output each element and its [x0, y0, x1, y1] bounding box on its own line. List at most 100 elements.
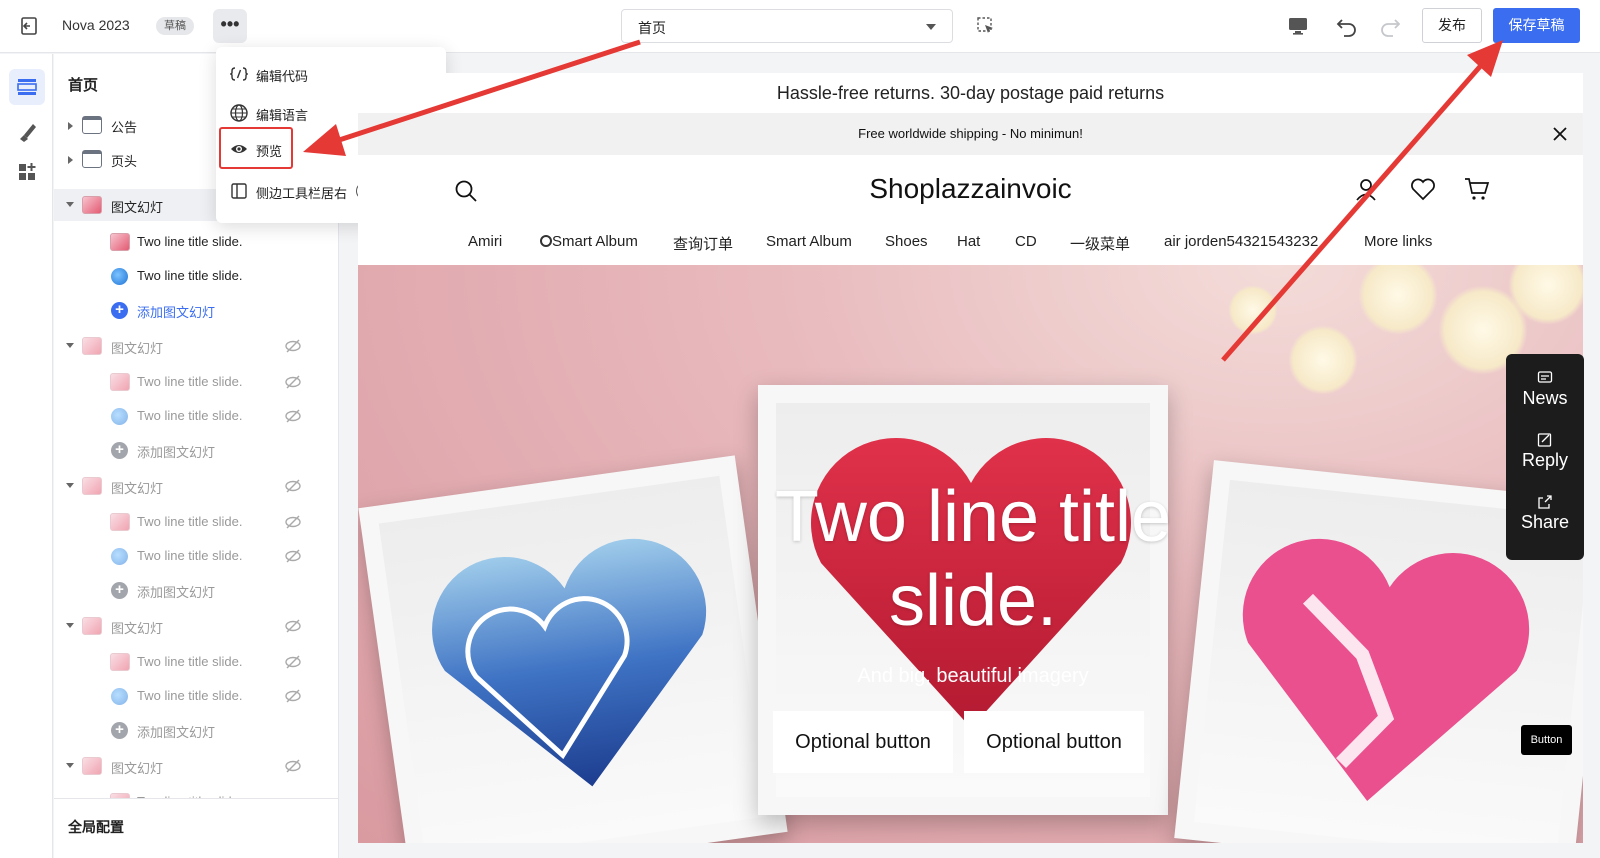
sidebar-item-label: Two line title slide. — [137, 268, 243, 283]
slide-thumbnail — [110, 373, 130, 391]
sidebar-title: 首页 — [68, 77, 99, 94]
chevron-down-icon[interactable] — [66, 623, 74, 628]
global-settings-button[interactable]: 全局配置 — [54, 798, 338, 858]
highlight-box — [219, 127, 293, 169]
chevron-down-icon[interactable] — [66, 763, 74, 768]
eye-off-icon[interactable] — [285, 375, 301, 389]
add-slide-button[interactable]: + 添加图文幻灯 — [54, 434, 338, 466]
nav-item[interactable]: More links — [1364, 233, 1432, 250]
sidebar-icon — [231, 183, 247, 199]
nav-item[interactable]: CD — [1015, 233, 1037, 250]
sidebar-item-slideshow[interactable]: 图文幻灯 — [54, 750, 338, 782]
sidebar-subitem-slide[interactable]: Two line title slide. — [54, 226, 338, 258]
sidebar-item-slideshow[interactable]: 图文幻灯 — [54, 470, 338, 502]
nav-item[interactable]: Smart Album — [540, 233, 650, 250]
sidebar-item-label: Two line title slide. — [137, 374, 243, 389]
slideshow-icon — [82, 617, 102, 635]
undo-icon[interactable] — [1335, 14, 1359, 38]
chevron-down-icon[interactable] — [66, 343, 74, 348]
rail-theme-button[interactable] — [9, 113, 45, 149]
sidebar-subitem-slide[interactable]: Two line title slide. — [54, 540, 338, 572]
floating-button[interactable]: Button — [1521, 725, 1572, 755]
select-element-icon[interactable] — [977, 17, 995, 35]
editor-topbar: Nova 2023 草稿 ••• 首页 发布 保存草稿 — [0, 0, 1600, 53]
caret-down-icon — [926, 24, 936, 30]
shipping-bar: Free worldwide shipping - No minimun! — [358, 113, 1583, 155]
nav-item[interactable]: Hat — [957, 233, 980, 250]
add-slide-button[interactable]: + 添加图文幻灯 — [54, 714, 338, 746]
page-select[interactable]: 首页 — [621, 9, 953, 43]
eye-off-icon[interactable] — [285, 339, 301, 353]
flower-decoration — [1358, 265, 1438, 335]
more-button[interactable]: ••• — [213, 9, 247, 43]
hero-button-2[interactable]: Optional button — [964, 711, 1144, 773]
rail-apps-button[interactable] — [9, 154, 45, 190]
eye-off-icon[interactable] — [285, 655, 301, 669]
nav-item[interactable]: Shoes — [885, 233, 928, 250]
globe-icon — [230, 104, 248, 122]
sidebar-subitem-slide[interactable]: Two line title slide. — [54, 400, 338, 432]
publish-button[interactable]: 发布 — [1422, 8, 1482, 43]
announcement-bar: Hassle-free returns. 30-day postage paid… — [358, 73, 1583, 113]
sidebar-item-label: 图文幻灯 — [111, 761, 164, 776]
nav-item[interactable]: 一级菜单 — [1070, 233, 1130, 254]
eye-off-icon[interactable] — [285, 619, 301, 633]
code-icon — [230, 67, 248, 81]
nav-item[interactable]: Amiri — [468, 233, 502, 250]
apps-icon — [19, 163, 36, 180]
cart-icon[interactable] — [1464, 177, 1490, 201]
sidebar-item-slideshow[interactable]: 图文幻灯 — [54, 330, 338, 362]
store-name: Nova 2023 — [62, 17, 130, 33]
menu-item-label: 编辑代码 — [256, 69, 309, 84]
sidebar-subitem-slide[interactable]: Two line title slide. — [54, 260, 338, 292]
eye-off-icon[interactable] — [285, 689, 301, 703]
dock-news-button[interactable]: News — [1506, 366, 1584, 426]
close-icon[interactable] — [1551, 125, 1569, 143]
flower-decoration — [1288, 325, 1358, 395]
store-nav: Amiri Smart Album 查询订单 Smart Album Shoes… — [358, 223, 1583, 265]
plus-icon: + — [111, 442, 128, 459]
plus-icon: + — [111, 722, 128, 739]
sidebar-subitem-slide[interactable]: Two line title slide. — [54, 366, 338, 398]
nav-item-label: Smart Album — [552, 233, 638, 250]
chevron-right-icon[interactable] — [68, 122, 73, 130]
eye-off-icon[interactable] — [285, 479, 301, 493]
heart-icon[interactable] — [1410, 177, 1436, 201]
add-slide-button[interactable]: + 添加图文幻灯 — [54, 294, 338, 326]
social-dock: News Reply Share — [1506, 354, 1584, 560]
eye-off-icon[interactable] — [285, 515, 301, 529]
plus-icon: + — [111, 302, 128, 319]
slide-thumbnail — [111, 548, 128, 565]
dock-share-button[interactable]: Share — [1506, 490, 1584, 550]
redo-icon[interactable] — [1378, 14, 1402, 38]
account-icon[interactable] — [1354, 177, 1378, 201]
sidebar-item-slideshow[interactable]: 图文幻灯 — [54, 610, 338, 642]
eye-off-icon[interactable] — [285, 759, 301, 773]
edit-icon — [1537, 433, 1552, 447]
shipping-text: Free worldwide shipping - No minimun! — [858, 126, 1083, 141]
nav-item[interactable]: air jorden54321543232 — [1164, 233, 1318, 250]
save-draft-button[interactable]: 保存草稿 — [1493, 8, 1580, 43]
nav-item[interactable]: 查询订单 — [673, 233, 733, 254]
desktop-view-icon[interactable] — [1286, 14, 1310, 38]
nav-item[interactable]: Smart Album — [766, 233, 852, 250]
store-logo[interactable]: Shoplazzainvoic — [358, 173, 1583, 205]
sidebar-item-label: Two line title slide. — [137, 654, 243, 669]
add-slide-button[interactable]: + 添加图文幻灯 — [54, 574, 338, 606]
slide-thumbnail — [110, 653, 130, 671]
sidebar-item-label: 页头 — [111, 154, 138, 169]
eye-off-icon[interactable] — [285, 409, 301, 423]
sidebar-subitem-slide[interactable]: Two line title slide. — [54, 680, 338, 712]
sidebar-item-label: Two line title slide. — [137, 514, 243, 529]
chevron-down-icon[interactable] — [66, 483, 74, 488]
chevron-down-icon[interactable] — [66, 202, 74, 207]
sidebar-subitem-slide[interactable]: Two line title slide. — [54, 646, 338, 678]
eye-off-icon[interactable] — [285, 549, 301, 563]
exit-icon[interactable] — [18, 15, 40, 37]
chevron-right-icon[interactable] — [68, 156, 73, 164]
rail-sections-button[interactable] — [9, 69, 45, 105]
dock-reply-button[interactable]: Reply — [1506, 428, 1584, 488]
hero-button-1[interactable]: Optional button — [773, 711, 953, 773]
sidebar-subitem-slide[interactable]: Two line title slide. — [54, 506, 338, 538]
slide-thumbnail — [111, 408, 128, 425]
